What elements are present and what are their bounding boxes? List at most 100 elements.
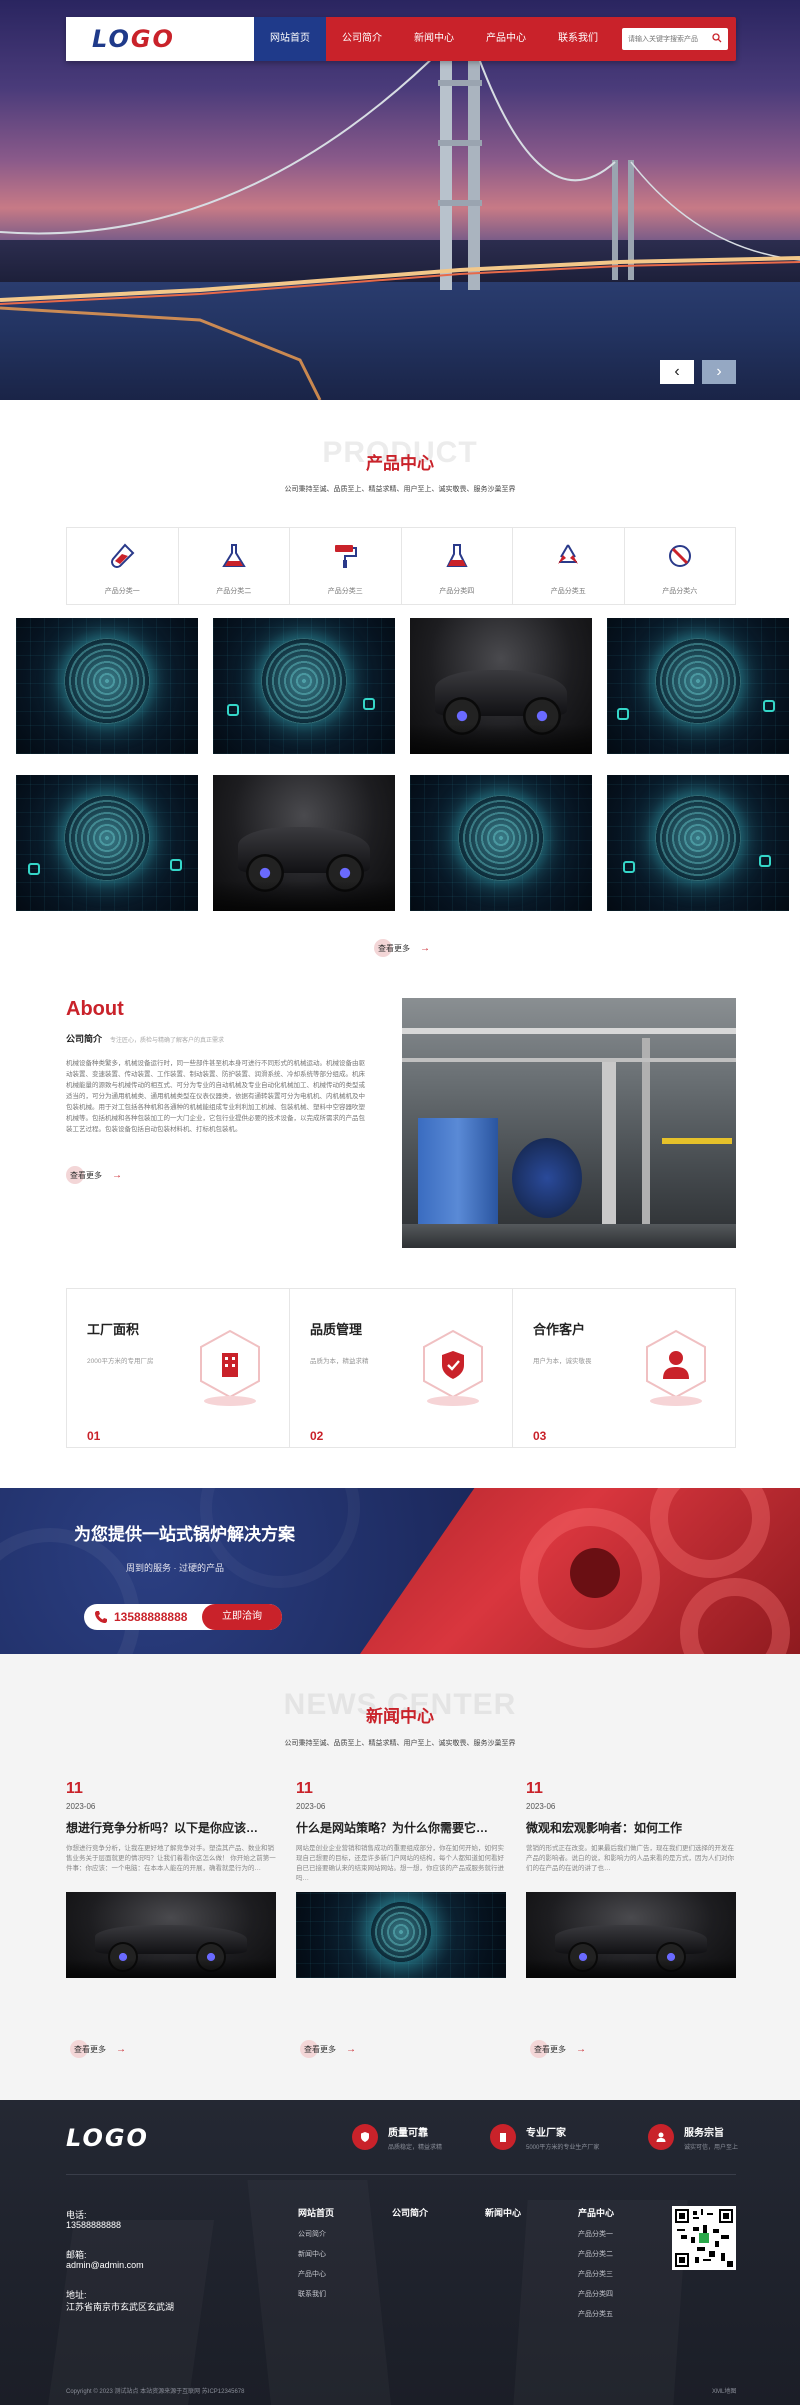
search-box: [622, 28, 728, 51]
feature-number: 01: [87, 1429, 101, 1443]
hero-next-button[interactable]: ›: [702, 360, 736, 384]
product-image-tech[interactable]: [410, 775, 592, 911]
top-navbar: LOGO 网站首页 公司简介 新闻中心 产品中心 联系我们: [66, 17, 736, 61]
category-item[interactable]: 产品分类三: [290, 528, 402, 604]
news-item[interactable]: 11 2023-06 什么是网站策略？为什么你需要它… 网站是创业企业营销和销售…: [296, 1780, 506, 1978]
products-more-link[interactable]: 查看更多 →: [374, 939, 430, 957]
arrow-right-icon: →: [116, 2043, 126, 2055]
arrow-right-icon: →: [420, 942, 430, 954]
footer-address: 江苏省南京市玄武区玄武湖: [66, 2302, 175, 2312]
category-item[interactable]: 产品分类六: [625, 528, 736, 604]
news-day: 11: [66, 1780, 83, 1797]
feature-title: 品质管理: [310, 1322, 363, 1337]
shield-check-icon: [352, 2124, 378, 2150]
product-image-tech[interactable]: [607, 618, 789, 754]
news-item[interactable]: 11 2023-06 想进行竞争分析吗？以下是你应该… 你想进行竞争分析，让我在…: [66, 1780, 276, 1978]
news-day: 11: [296, 1780, 313, 1797]
flask-icon: [221, 544, 246, 567]
news-image[interactable]: [66, 1892, 276, 1978]
footer-menu-item[interactable]: 公司简介: [298, 2229, 334, 2239]
news-date: 2023-06: [526, 1802, 556, 1811]
nav-news[interactable]: 新闻中心: [398, 17, 470, 61]
product-image-car[interactable]: [410, 618, 592, 754]
news-date: 2023-06: [296, 1802, 326, 1811]
hero-banner: LOGO 网站首页 公司简介 新闻中心 产品中心 联系我们 ‹ ›: [0, 0, 800, 400]
more-label: 查看更多: [378, 943, 410, 953]
feature-desc: 品质为本，精益求精: [310, 1358, 369, 1365]
footer-menu-head[interactable]: 公司简介: [392, 2206, 428, 2219]
footer-divider: [66, 2174, 736, 2175]
banner-phone-box: 13588888888 立即洽询: [84, 1604, 282, 1630]
category-label: 产品分类三: [327, 588, 363, 595]
news-more-link[interactable]: 查看更多 →: [300, 2040, 356, 2058]
news-title[interactable]: 什么是网站策略？为什么你需要它…: [296, 1819, 506, 1836]
about-more-link[interactable]: 查看更多 →: [66, 1166, 122, 1184]
nav-products[interactable]: 产品中心: [470, 17, 542, 61]
factory-image: [402, 998, 736, 1248]
news-image[interactable]: [526, 1892, 736, 1978]
footer-logo[interactable]: LOGO: [66, 2124, 149, 2152]
category-item[interactable]: 产品分类四: [402, 528, 513, 604]
product-image-car[interactable]: [213, 775, 395, 911]
service-desc: 诚实可信，用户至上: [684, 2145, 739, 2151]
news-title: 新闻中心: [366, 1707, 434, 1726]
footer-menu-item[interactable]: 产品分类五: [578, 2309, 614, 2319]
test-tube-icon: [111, 543, 135, 568]
news-subtitle: 公司秉持至诚、品质至上、精益求精、用户至上、诚实敬畏、服务沙巢至界: [284, 1740, 516, 1747]
search-input[interactable]: [622, 28, 706, 51]
news-title[interactable]: 微观和宏观影响者：如何工作: [526, 1819, 736, 1836]
product-image-tech[interactable]: [213, 618, 395, 754]
footer-email[interactable]: admin@admin.com: [66, 2260, 144, 2270]
banner-title: 为您提供一站式锅炉解决方案: [74, 1525, 295, 1544]
footer-menu: 公司简介: [392, 2206, 428, 2219]
search-icon[interactable]: [712, 33, 722, 43]
nav-contact[interactable]: 联系我们: [542, 17, 614, 61]
service-title: 专业厂家: [526, 2128, 566, 2139]
about-subtitle: 公司简介: [66, 1034, 103, 1044]
product-image-tech[interactable]: [607, 775, 789, 911]
feature-desc: 2000平方米的专用厂房: [87, 1358, 154, 1365]
no-sign-icon: [668, 545, 691, 567]
news-day: 11: [526, 1780, 543, 1797]
footer-menu-item[interactable]: 产品分类二: [578, 2249, 614, 2259]
recycle-icon: [558, 544, 579, 564]
beaker-icon: [446, 544, 468, 567]
about-subtitle-note: 专注匠心，质检与精确了解客户的真正需求: [110, 1038, 225, 1044]
news-more-link[interactable]: 查看更多 →: [70, 2040, 126, 2058]
category-label: 产品分类五: [550, 588, 586, 595]
nav-about[interactable]: 公司简介: [326, 17, 398, 61]
building-icon: [200, 1329, 260, 1406]
footer-menu-head[interactable]: 新闻中心: [485, 2206, 521, 2219]
category-item[interactable]: 产品分类二: [179, 528, 290, 604]
footer-menu-item[interactable]: 产品中心: [298, 2269, 334, 2279]
product-image-tech[interactable]: [16, 775, 198, 911]
footer-menu-item[interactable]: 产品分类一: [578, 2229, 614, 2239]
footer-menu-head[interactable]: 网站首页: [298, 2206, 334, 2219]
logo[interactable]: LOGO: [66, 17, 254, 61]
footer-menu: 产品中心 产品分类一 产品分类二 产品分类三 产品分类四 产品分类五: [578, 2206, 614, 2319]
footer-menu-head[interactable]: 产品中心: [578, 2206, 614, 2219]
footer-menu: 网站首页 公司简介 新闻中心 产品中心 联系我们: [298, 2206, 334, 2299]
sitemap-link[interactable]: XML地图: [712, 2386, 736, 2395]
news-date: 2023-06: [66, 1802, 96, 1811]
footer-menu-item[interactable]: 联系我们: [298, 2289, 334, 2299]
footer-menu-item[interactable]: 产品分类四: [578, 2289, 614, 2299]
news-more-link[interactable]: 查看更多 →: [530, 2040, 586, 2058]
user-icon: [646, 1329, 706, 1406]
news-desc: 营销的形式正在改变。如果最后我们做广告，现在我们更们选择的开发在产品的影响者。说…: [526, 1845, 734, 1872]
nav-home[interactable]: 网站首页: [254, 17, 326, 61]
news-image[interactable]: [296, 1892, 506, 1978]
product-image-tech[interactable]: [16, 618, 198, 754]
contact-now-button[interactable]: 立即洽询: [202, 1604, 282, 1630]
category-label: 产品分类一: [104, 588, 140, 595]
phone-icon: [95, 1611, 107, 1623]
building-icon: [490, 2124, 516, 2150]
news-desc: 你想进行竞争分析，让我在更好地了解竞争对手。塑造其产品、数业和销售业务关于层面就…: [66, 1845, 276, 1872]
news-item[interactable]: 11 2023-06 微观和宏观影响者：如何工作 营销的形式正在改变。如果最后我…: [526, 1780, 736, 1978]
footer-menu-item[interactable]: 新闻中心: [298, 2249, 334, 2259]
hero-prev-button[interactable]: ‹: [660, 360, 694, 384]
news-title[interactable]: 想进行竞争分析吗？以下是你应该…: [66, 1819, 276, 1836]
category-item[interactable]: 产品分类一: [67, 528, 179, 604]
category-item[interactable]: 产品分类五: [513, 528, 625, 604]
footer-menu-item[interactable]: 产品分类三: [578, 2269, 614, 2279]
